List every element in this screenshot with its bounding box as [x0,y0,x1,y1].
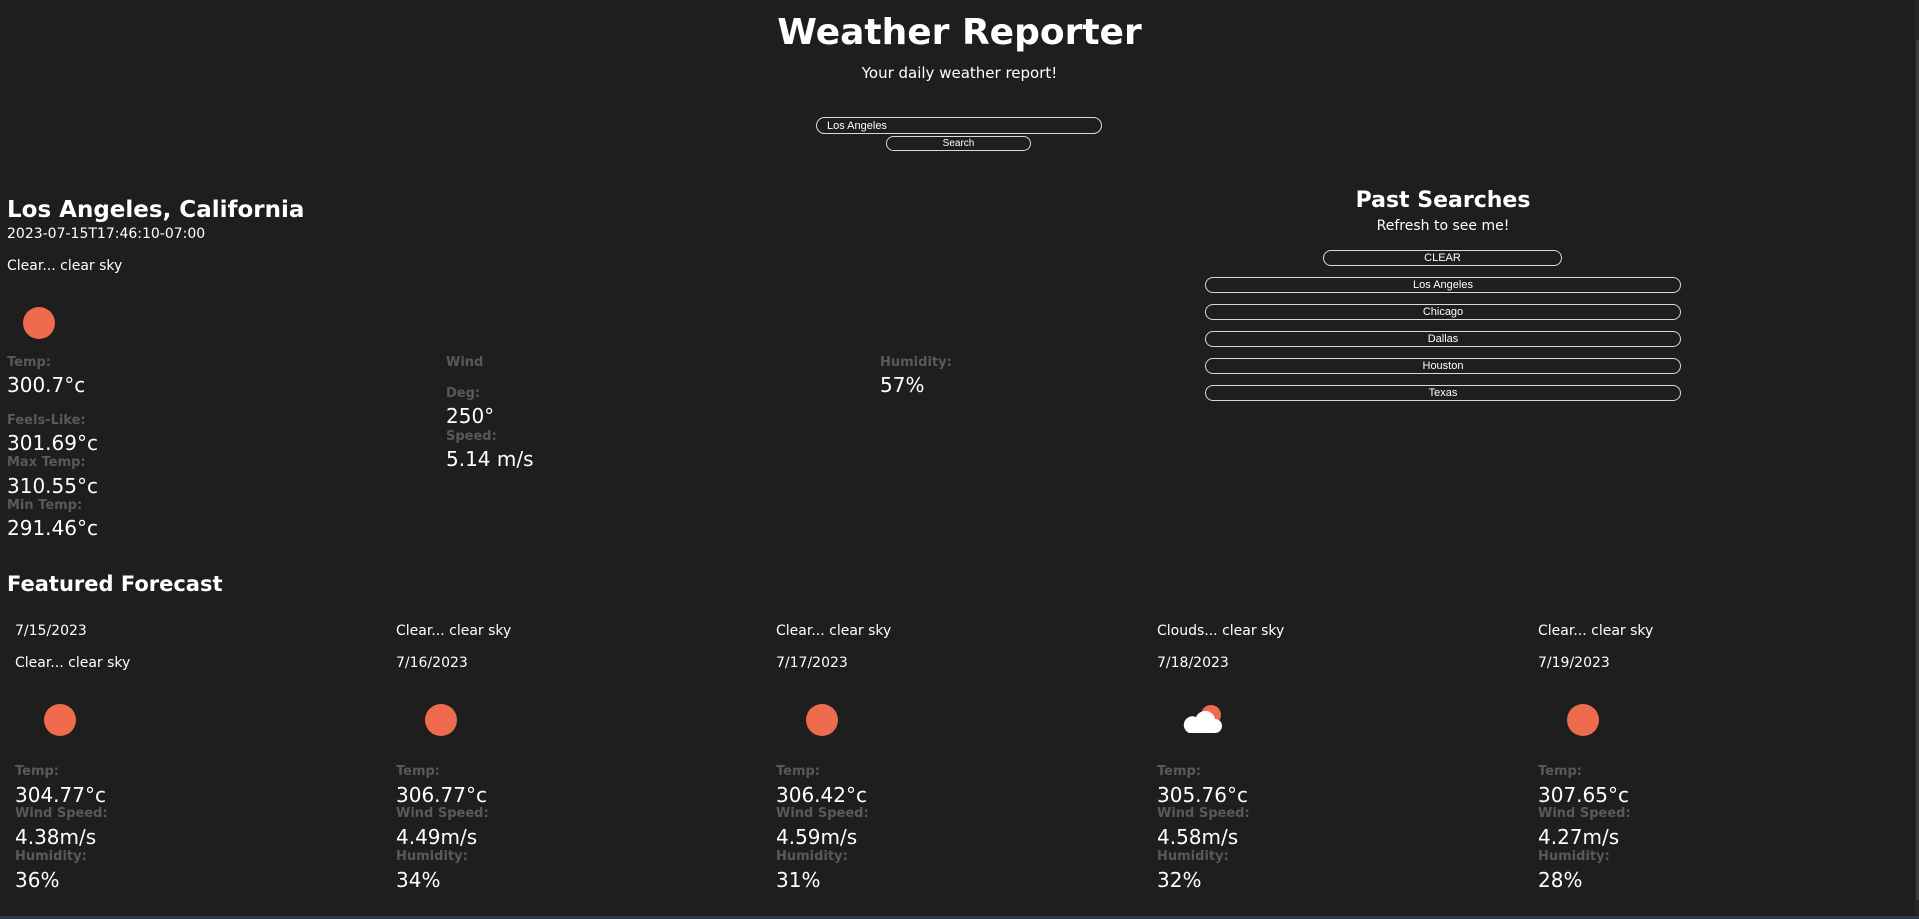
forecast-temp-label: Temp: [1157,764,1202,779]
forecast-humidity: 31% [776,868,821,892]
past-searches-title: Past Searches [1355,188,1531,213]
temp-label: Temp: [7,355,52,370]
clear-history-button[interactable]: CLEAR [1323,250,1562,266]
wind-deg-value: 250° [446,404,495,428]
forecast-wind: 4.59m/s [776,825,858,849]
sun-icon [806,704,838,736]
forecast-wind-label: Wind Speed: [1157,806,1250,821]
forecast-temp: 307.65°c [1538,783,1629,807]
sun-icon [23,307,55,339]
forecast-humidity-label: Humidity: [776,849,848,864]
min-temp-label: Min Temp: [7,498,83,513]
forecast-temp: 305.76°c [1157,783,1248,807]
feels-like-label: Feels-Like: [7,413,86,428]
page-subtitle: Your daily weather report! [861,64,1058,82]
forecast-temp: 304.77°c [15,783,106,807]
cloud-sun-icon [1181,703,1225,737]
forecast-description: Clear... clear sky [776,623,892,639]
forecast-humidity: 28% [1538,868,1583,892]
page-title: Weather Reporter [777,12,1142,53]
forecast-humidity: 32% [1157,868,1202,892]
page-scrollbar[interactable] [1915,0,1919,919]
sun-icon [1567,704,1599,736]
max-temp-label: Max Temp: [7,455,86,470]
forecast-wind-label: Wind Speed: [396,806,489,821]
forecast-humidity: 36% [15,868,60,892]
forecast-humidity-label: Humidity: [396,849,468,864]
forecast-temp: 306.77°c [396,783,487,807]
forecast-temp-label: Temp: [776,764,821,779]
feels-like-value: 301.69°c [7,431,98,455]
forecast-description: Clear... clear sky [396,623,512,639]
past-search-item[interactable]: Los Angeles [1205,277,1681,293]
past-searches-subtitle: Refresh to see me! [1376,218,1510,234]
forecast-description: Clear... clear sky [1538,623,1654,639]
max-temp-value: 310.55°c [7,474,98,498]
forecast-wind: 4.58m/s [1157,825,1239,849]
sun-icon [425,704,457,736]
forecast-temp-label: Temp: [1538,764,1583,779]
forecast-temp-label: Temp: [396,764,441,779]
forecast-date: 7/16/2023 [396,655,468,671]
past-search-item[interactable]: Houston [1205,358,1681,374]
forecast-wind: 4.49m/s [396,825,478,849]
forecast-description: Clouds... clear sky [1157,623,1285,639]
current-city: Los Angeles, California [7,197,305,223]
forecast-date: 7/19/2023 [1538,655,1610,671]
forecast-humidity: 34% [396,868,441,892]
wind-speed-value: 5.14 m/s [446,447,534,471]
forecast-title: Featured Forecast [7,572,223,596]
forecast-date: 7/15/2023 [15,623,87,639]
forecast-temp: 306.42°c [776,783,867,807]
current-description: Clear... clear sky [7,258,123,274]
forecast-wind-label: Wind Speed: [1538,806,1631,821]
min-temp-value: 291.46°c [7,516,98,540]
search-button[interactable]: Search [886,136,1031,151]
sun-icon [44,704,76,736]
forecast-wind: 4.38m/s [15,825,97,849]
forecast-date: 7/17/2023 [776,655,848,671]
forecast-humidity-label: Humidity: [1157,849,1229,864]
past-search-item[interactable]: Texas [1205,385,1681,401]
forecast-humidity-label: Humidity: [1538,849,1610,864]
wind-deg-label: Deg: [446,386,481,401]
current-datetime: 2023-07-15T17:46:10-07:00 [7,226,206,242]
forecast-wind: 4.27m/s [1538,825,1620,849]
wind-label: Wind [446,355,484,370]
humidity-label: Humidity: [880,355,952,370]
humidity-value: 57% [880,373,925,397]
wind-speed-label: Speed: [446,429,497,444]
forecast-date: 7/18/2023 [1157,655,1229,671]
weather-page: Weather Reporter Your daily weather repo… [0,0,1919,919]
temp-value: 300.7°c [7,373,86,397]
past-search-item[interactable]: Dallas [1205,331,1681,347]
forecast-humidity-label: Humidity: [15,849,87,864]
past-search-item[interactable]: Chicago [1205,304,1681,320]
city-search-input[interactable] [816,117,1102,134]
forecast-wind-label: Wind Speed: [15,806,108,821]
forecast-temp-label: Temp: [15,764,60,779]
forecast-wind-label: Wind Speed: [776,806,869,821]
forecast-description: Clear... clear sky [15,655,131,671]
